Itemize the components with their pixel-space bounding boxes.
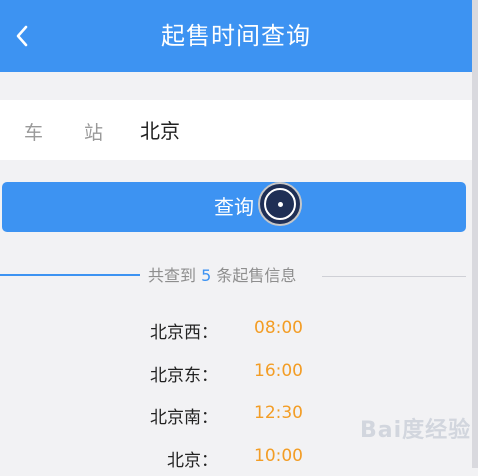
result-time: 10:00	[254, 446, 303, 466]
summary-count: 5	[201, 266, 212, 285]
query-button[interactable]: 查询	[2, 182, 466, 232]
app-header: 起售时间查询	[0, 0, 472, 72]
result-summary: 共查到 5 条起售信息	[148, 262, 296, 286]
result-station: 北京西：	[150, 323, 218, 343]
right-edge-strip	[472, 0, 478, 468]
cursor-dot	[278, 202, 283, 207]
page-title: 起售时间查询	[161, 22, 311, 50]
result-station: 北京东：	[150, 366, 218, 386]
divider-right	[322, 276, 466, 277]
result-time: 08:00	[254, 318, 303, 338]
list-item: 北京： 10:00	[0, 446, 472, 476]
station-label-char-2: 站	[84, 122, 104, 144]
summary-suffix: 条起售信息	[216, 266, 297, 285]
summary-prefix: 共查到	[148, 266, 197, 285]
station-input[interactable]	[140, 117, 440, 141]
divider-left	[0, 274, 140, 276]
result-station: 北京：	[167, 451, 218, 471]
station-field-row: 车 站	[0, 100, 472, 160]
result-station: 北京南：	[150, 408, 218, 428]
result-time: 12:30	[254, 403, 303, 423]
list-item: 北京西： 08:00	[0, 318, 472, 348]
watermark: Bai度经验	[360, 418, 472, 443]
touch-cursor-indicator	[258, 182, 302, 226]
list-item: 北京东： 16:00	[0, 361, 472, 391]
station-label-char-1: 车	[24, 122, 44, 144]
result-time: 16:00	[254, 361, 303, 381]
